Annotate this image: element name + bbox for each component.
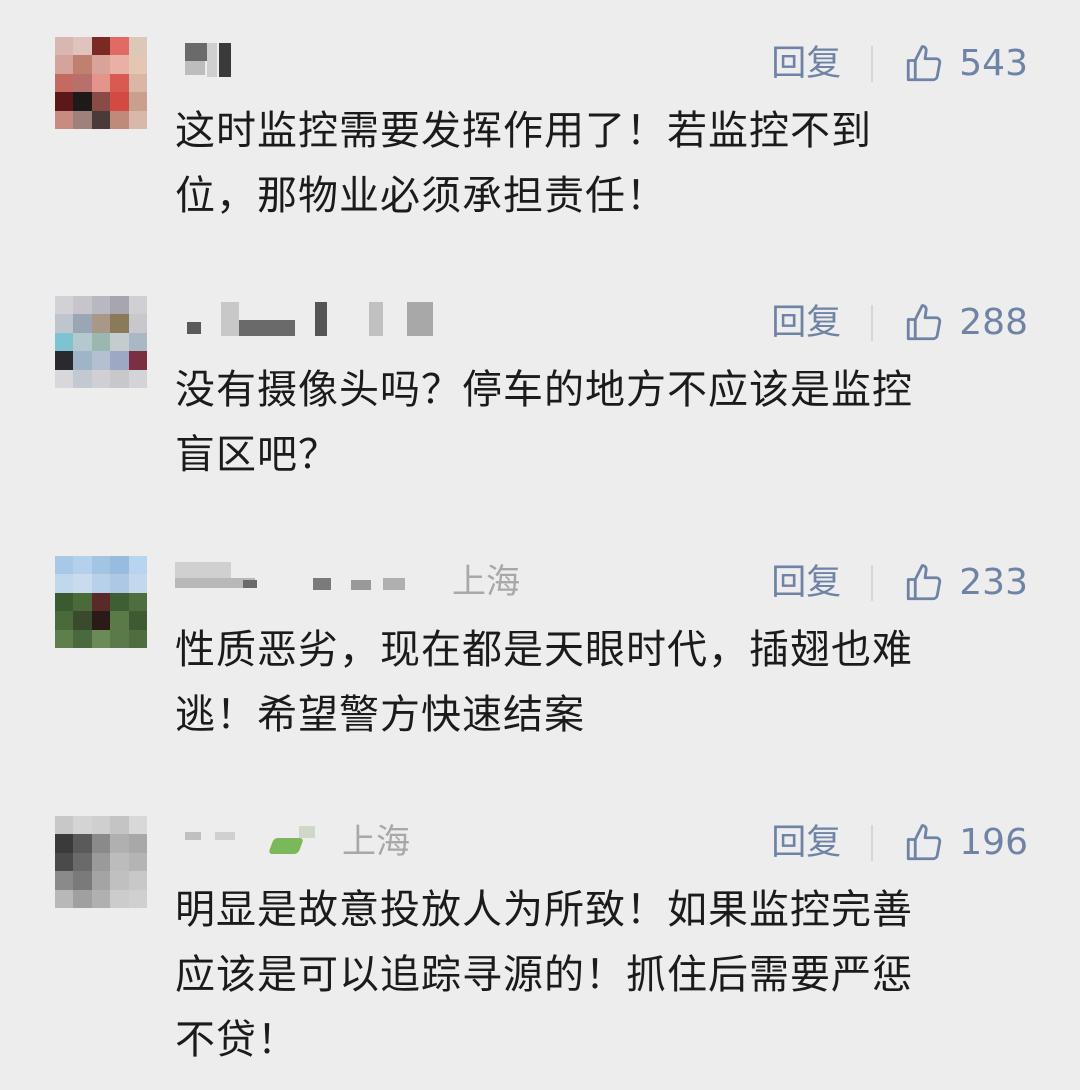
comment-actions: 回复 288 [771, 298, 1028, 348]
comment-text: 没有摄像头吗？停车的地方不应该是监控 盲区吧？ [175, 367, 913, 478]
avatar[interactable] [55, 296, 147, 388]
comment-text: 这时监控需要发挥作用了！若监控不到 位，那物业必须承担责任！ [175, 108, 872, 219]
reply-button[interactable]: 回复 [771, 818, 841, 868]
location-label: 上海 [452, 562, 520, 602]
like-count: 543 [959, 43, 1028, 84]
comment-text: 性质恶劣，现在都是天眼时代，插翅也难 逃！希望警方快速结案 [175, 627, 913, 738]
avatar[interactable] [55, 816, 147, 908]
nickname-blurred[interactable] [175, 302, 555, 342]
like-count: 196 [959, 822, 1028, 863]
divider [871, 565, 874, 601]
thumbs-up-icon[interactable] [903, 562, 945, 604]
avatar[interactable] [55, 37, 147, 129]
divider [871, 305, 874, 341]
thumbs-up-icon[interactable] [903, 822, 945, 864]
like-count: 233 [959, 562, 1028, 603]
nickname-blurred[interactable] [175, 43, 555, 83]
location-label: 上海 [342, 822, 410, 862]
comment-actions: 回复 196 [771, 818, 1028, 868]
avatar[interactable] [55, 556, 147, 648]
comment-actions: 回复 233 [771, 558, 1028, 608]
thumbs-up-icon[interactable] [903, 302, 945, 344]
reply-button[interactable]: 回复 [771, 39, 841, 89]
comment-actions: 回复 543 [771, 39, 1028, 89]
reply-button[interactable]: 回复 [771, 558, 841, 608]
reply-button[interactable]: 回复 [771, 298, 841, 348]
divider [871, 46, 874, 82]
divider [871, 825, 874, 861]
comment-text: 明显是故意投放人为所致！如果监控完善 应该是可以追踪寻源的！抓住后需要严惩 不贷… [175, 887, 913, 1063]
thumbs-up-icon[interactable] [903, 43, 945, 85]
like-count: 288 [959, 302, 1028, 343]
